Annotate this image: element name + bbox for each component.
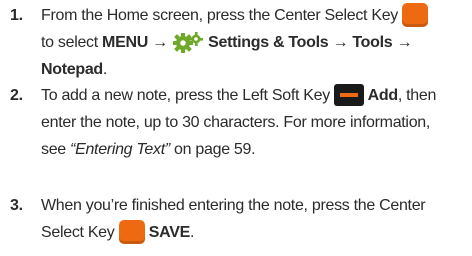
step-text: To add a new note, press the Left Soft K… xyxy=(41,87,335,104)
save-label: SAVE xyxy=(144,224,191,242)
step-line: To add a new note, press the Left Soft K… xyxy=(41,83,466,108)
entering-text-reference: “Entering Text” xyxy=(70,141,170,158)
step-text: enter the note, up to 30 characters. For… xyxy=(41,114,431,131)
instruction-document: 1. From the Home screen, press the Cente… xyxy=(0,0,472,256)
settings-tools-label: Settings & Tools xyxy=(203,34,329,52)
step-body: From the Home screen, press the Center S… xyxy=(41,3,466,82)
step-body: To add a new note, press the Left Soft K… xyxy=(41,83,466,162)
left-soft-key-icon xyxy=(334,83,365,106)
arrow: → xyxy=(328,34,353,52)
step-text: . xyxy=(102,61,108,78)
step-number: 1. xyxy=(10,7,23,24)
step-text: Select Key xyxy=(41,224,119,242)
step-line: to select MENU → Settings & Tools → Tool… xyxy=(41,31,466,55)
center-select-key-icon xyxy=(118,220,145,244)
menu-label: MENU xyxy=(102,34,148,52)
arrow: → xyxy=(392,34,413,52)
step-number: 3. xyxy=(10,197,23,214)
step-line: When you’re finished entering the note, … xyxy=(41,194,466,218)
step-line: From the Home screen, press the Center S… xyxy=(41,3,466,28)
step-line: enter the note, up to 30 characters. For… xyxy=(41,111,466,135)
step-text: From the Home screen, press the Center S… xyxy=(41,7,399,25)
step-text: to select xyxy=(41,34,103,52)
tools-label: Tools xyxy=(352,34,393,52)
step-text: on page 59. xyxy=(169,141,256,158)
step-text: , then xyxy=(397,87,437,104)
step-text: see xyxy=(41,141,71,158)
step-number: 2. xyxy=(10,87,23,104)
step-body: When you’re finished entering the note, … xyxy=(41,194,466,245)
step-text: When you’re finished entering the note, … xyxy=(41,197,426,214)
step-line: Select Key SAVE. xyxy=(41,220,466,245)
step-line: Notepad. xyxy=(41,58,466,82)
arrow: → xyxy=(147,34,172,52)
settings-gear-icon xyxy=(172,32,203,53)
notepad-label: Notepad xyxy=(41,61,103,78)
add-label: Add xyxy=(364,87,399,104)
step-text: . xyxy=(189,224,195,242)
step-line: see “Entering Text” on page 59. xyxy=(41,138,466,162)
center-select-key-icon xyxy=(402,3,429,27)
